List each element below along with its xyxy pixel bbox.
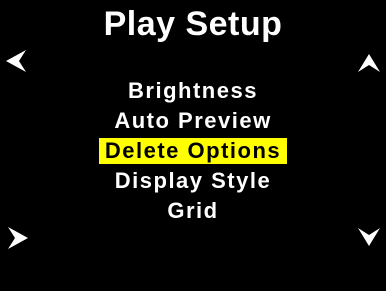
camera-menu-screen: Play Setup Brightness Auto Preview Delet… <box>0 0 386 291</box>
menu-item-label: Auto Preview <box>114 108 272 133</box>
scroll-up-button[interactable] <box>356 50 382 76</box>
menu-item-label: Delete Options <box>98 138 288 164</box>
page-title: Play Setup <box>103 5 283 43</box>
arrow-left-icon <box>6 50 26 72</box>
menu-item-display-style[interactable]: Display Style <box>0 168 386 198</box>
play-setup-menu: Brightness Auto Preview Delete Options D… <box>0 78 386 228</box>
menu-item-grid[interactable]: Grid <box>0 198 386 228</box>
menu-item-brightness[interactable]: Brightness <box>0 78 386 108</box>
menu-item-auto-preview[interactable]: Auto Preview <box>0 108 386 138</box>
menu-item-label: Grid <box>167 198 219 223</box>
menu-item-label: Brightness <box>128 78 258 103</box>
arrow-right-icon <box>8 227 28 249</box>
menu-item-delete-options[interactable]: Delete Options <box>0 138 386 168</box>
arrow-up-icon <box>358 54 380 72</box>
previous-page-button[interactable] <box>4 48 30 74</box>
menu-item-label: Display Style <box>114 168 272 193</box>
next-page-button[interactable] <box>4 225 30 251</box>
